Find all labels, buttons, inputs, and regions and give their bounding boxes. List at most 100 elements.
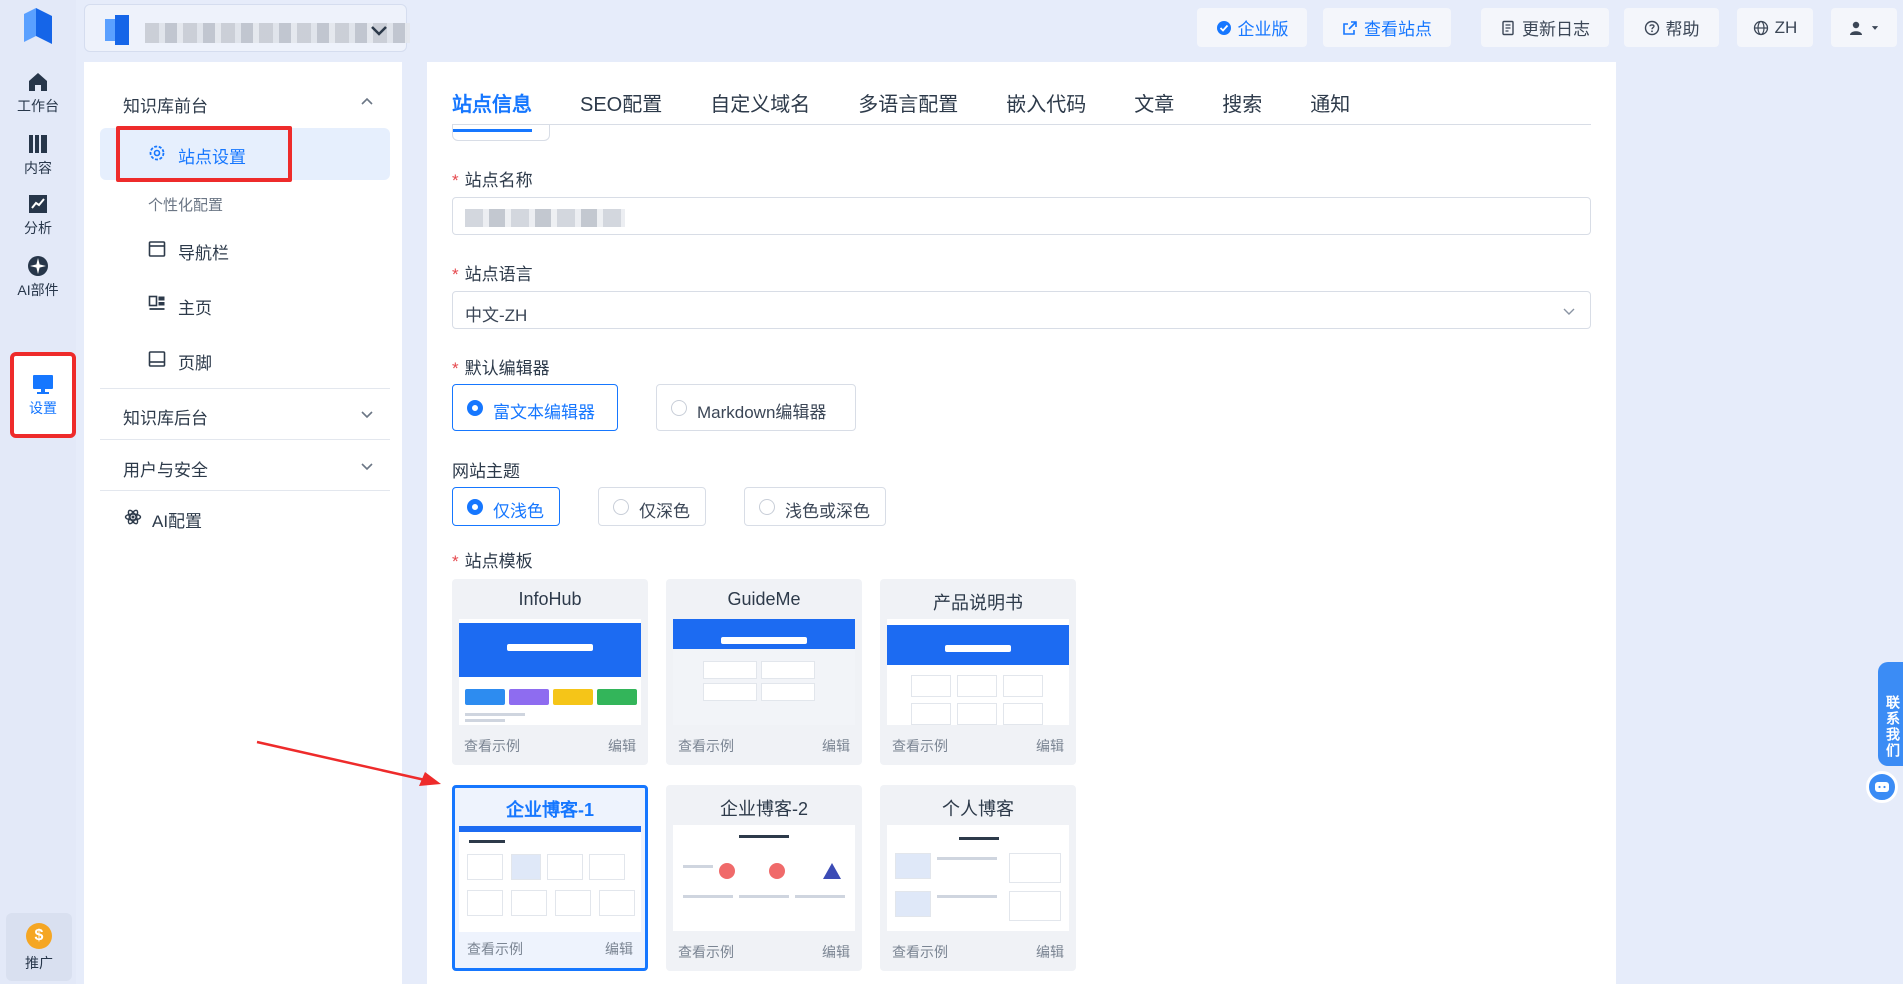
- view-example-link[interactable]: 查看示例: [678, 942, 734, 962]
- sidebar-item-site-settings[interactable]: 站点设置: [100, 126, 390, 182]
- rail-item-workbench[interactable]: 工作台: [10, 64, 66, 124]
- radio-dot: [671, 400, 687, 416]
- edit-link[interactable]: 编辑: [605, 939, 633, 959]
- tab-custom-domain[interactable]: 自定义域名: [710, 88, 810, 122]
- sidebar-item-homepage[interactable]: 主页: [100, 279, 390, 331]
- changelog-label: 更新日志: [1522, 20, 1590, 39]
- enterprise-edition-button[interactable]: 企业版: [1197, 8, 1307, 47]
- chevron-up-icon: [361, 97, 373, 105]
- atom-icon: [124, 509, 142, 525]
- language-button[interactable]: ZH: [1737, 8, 1813, 47]
- edit-link[interactable]: 编辑: [822, 942, 850, 962]
- chat-bubble-icon[interactable]: [1866, 771, 1898, 803]
- tab-notifications[interactable]: 通知: [1310, 88, 1350, 122]
- user-icon: [1850, 21, 1862, 35]
- theme-label: 网站主题: [452, 462, 520, 481]
- tab-seo[interactable]: SEO配置: [580, 88, 662, 122]
- group-label: 知识库前台: [123, 97, 208, 116]
- group-label: 知识库后台: [123, 409, 208, 428]
- window-icon: [148, 241, 166, 257]
- cropped-field: [452, 124, 550, 141]
- view-example-link[interactable]: 查看示例: [467, 939, 523, 959]
- edit-link[interactable]: 编辑: [1036, 736, 1064, 756]
- edit-link[interactable]: 编辑: [822, 736, 850, 756]
- chevron-down-icon: [1563, 308, 1575, 315]
- view-example-link[interactable]: 查看示例: [892, 942, 948, 962]
- template-name: InfoHub: [518, 589, 582, 609]
- promo-label: 推广: [25, 955, 53, 971]
- group-kb-frontend[interactable]: 知识库前台: [84, 77, 402, 127]
- group-kb-backend[interactable]: 知识库后台: [84, 389, 402, 439]
- settings-tabs: 站点信息 SEO配置 自定义域名 多语言配置 嵌入代码 文章 搜索 通知: [452, 88, 1398, 132]
- template-preview-image: [459, 826, 641, 932]
- theme-option-auto[interactable]: 浅色或深色: [744, 487, 886, 526]
- rail-item-label: 工作台: [17, 98, 59, 114]
- coin-icon: $: [26, 923, 52, 949]
- divider: [100, 490, 390, 491]
- rail-item-settings[interactable]: 设置: [10, 352, 76, 438]
- tab-embed-code[interactable]: 嵌入代码: [1006, 88, 1086, 122]
- rail-item-content[interactable]: 内容: [10, 126, 66, 186]
- annotation-arrow-icon: [256, 740, 441, 786]
- theme-option-light[interactable]: 仅浅色: [452, 487, 560, 526]
- external-link-icon: [1343, 20, 1357, 35]
- edit-link[interactable]: 编辑: [608, 736, 636, 756]
- changelog-button[interactable]: 更新日志: [1481, 8, 1609, 47]
- view-site-button[interactable]: 查看站点: [1323, 8, 1451, 47]
- promo-button[interactable]: $ 推广: [6, 913, 72, 981]
- template-card-guideme[interactable]: GuideMe 查看示例 编辑: [666, 579, 862, 765]
- template-card-enterprise-blog-2[interactable]: 企业博客-2 查看示例 编辑: [666, 785, 862, 971]
- left-rail: 工作台 内容 分析 AI部件 设置 $ 推广: [0, 0, 76, 984]
- site-name-redacted: [465, 209, 625, 227]
- template-card-personal-blog[interactable]: 个人博客 查看示例 编辑: [880, 785, 1076, 971]
- site-language-value: 中文-ZH: [465, 306, 528, 325]
- template-label: * 站点模板: [452, 552, 533, 571]
- chevron-down-icon: [361, 463, 373, 471]
- document-icon: [1502, 20, 1514, 35]
- app-logo-icon[interactable]: [22, 6, 54, 46]
- sidebar-item-footer[interactable]: 页脚: [100, 334, 390, 386]
- help-button[interactable]: 帮助: [1624, 8, 1719, 47]
- sidebar-item-ai-config[interactable]: AI配置: [84, 492, 402, 544]
- enterprise-label: 企业版: [1237, 20, 1289, 39]
- ai-config-label: AI配置: [152, 512, 203, 531]
- edit-link[interactable]: 编辑: [1036, 942, 1064, 962]
- option-label: 仅深色: [639, 502, 690, 521]
- group-label: 用户与安全: [123, 461, 208, 480]
- personalize-section-label: 个性化配置: [148, 197, 224, 214]
- site-name-input[interactable]: [452, 197, 1591, 235]
- template-card-enterprise-blog-1[interactable]: 企业博客-1 查看示例 编辑: [452, 785, 648, 971]
- option-label: 浅色或深色: [785, 502, 870, 521]
- site-language-select[interactable]: 中文-ZH: [452, 291, 1591, 329]
- user-menu-button[interactable]: [1831, 8, 1897, 47]
- template-card-infohub[interactable]: InfoHub 查看示例 编辑: [452, 579, 648, 765]
- theme-option-dark[interactable]: 仅深色: [598, 487, 706, 526]
- tab-multilingual[interactable]: 多语言配置: [858, 88, 958, 122]
- group-user-security[interactable]: 用户与安全: [84, 441, 402, 491]
- layout-icon: [148, 295, 165, 310]
- template-name: 企业博客-2: [719, 799, 808, 819]
- view-example-link[interactable]: 查看示例: [678, 736, 734, 756]
- tab-search[interactable]: 搜索: [1222, 88, 1262, 122]
- view-example-link[interactable]: 查看示例: [892, 736, 948, 756]
- editor-option-markdown[interactable]: Markdown编辑器: [656, 384, 856, 431]
- template-card-product-manual[interactable]: 产品说明书 查看示例 编辑: [880, 579, 1076, 765]
- editor-option-rich-text[interactable]: 富文本编辑器: [452, 384, 618, 431]
- sidebar-item-navbar[interactable]: 导航栏: [100, 224, 390, 276]
- rail-item-analytics[interactable]: 分析: [10, 186, 66, 246]
- option-label: Markdown编辑器: [697, 403, 827, 422]
- rail-item-ai-widgets[interactable]: AI部件: [10, 248, 66, 308]
- chevron-down-icon: [371, 26, 387, 36]
- settings-sidebar: 知识库前台 站点设置 个性化配置 导航栏 主页 页脚 知识库后台 用户与安全 A…: [84, 62, 402, 984]
- book-icon: [29, 135, 47, 153]
- radio-dot: [613, 499, 629, 515]
- knowledge-base-selector[interactable]: [84, 4, 410, 52]
- rail-item-label: 设置: [29, 400, 57, 416]
- navbar-label: 导航栏: [178, 244, 229, 263]
- view-example-link[interactable]: 查看示例: [464, 736, 520, 756]
- footer-icon: [148, 351, 166, 367]
- tab-site-info[interactable]: 站点信息: [452, 88, 532, 132]
- tab-articles[interactable]: 文章: [1134, 88, 1174, 122]
- template-name: GuideMe: [727, 589, 801, 609]
- contact-us-tab[interactable]: 联系我们: [1878, 662, 1903, 766]
